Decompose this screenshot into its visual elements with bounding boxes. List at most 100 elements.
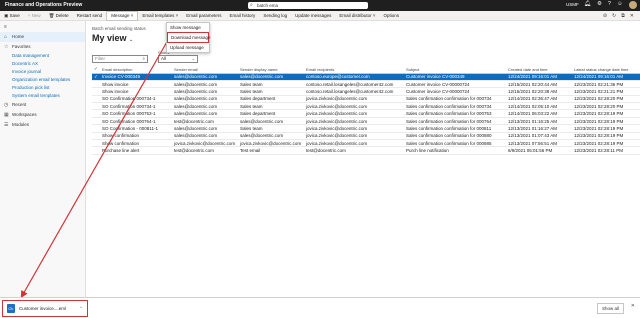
delete-button[interactable]: 🗑︎ Delete — [45, 11, 73, 21]
table-row[interactable]: SO Confirmation 000734-1 sales@docentric.… — [92, 102, 640, 111]
page-title[interactable]: My view ⌄ — [92, 33, 133, 43]
sidebar-item-modules[interactable]: ☰ Modules — [0, 120, 85, 130]
cell-created: 6/9/2021 05:01:56 PM — [506, 146, 572, 155]
table-row[interactable]: SO Confirmation 000734-1 sales@docentric.… — [92, 95, 640, 104]
row-select-checkbox[interactable] — [92, 102, 100, 111]
table-row[interactable]: SO Confirmation 000764-1 test@docentric.c… — [92, 117, 640, 126]
update-messages-button[interactable]: Update messages — [291, 11, 335, 21]
cell-description: SO Confirmation 000764-1 — [100, 117, 172, 126]
cell-sender-email: sales@docentric.com — [172, 80, 238, 89]
filter-input[interactable]: Filter ⌕ — [92, 55, 148, 63]
refresh-icon[interactable]: ↻ — [612, 11, 616, 21]
table-row[interactable]: SO Confirmation - 000811-1 sales@docentri… — [92, 124, 640, 133]
table-row[interactable]: Show confirmation sales@docentric.com sale… — [92, 132, 640, 141]
cell-created: 12/24/2021 09:16:01 AM — [506, 73, 572, 81]
row-select-checkbox[interactable] — [92, 109, 100, 118]
column-header-description[interactable]: Email description — [100, 66, 172, 74]
email-grid: ✓ Email description Sender email Sender … — [92, 66, 640, 155]
chevron-down-icon: ⌄ — [129, 37, 134, 43]
gear-icon[interactable]: ⚙ — [597, 1, 602, 9]
close-icon[interactable]: ✕ — [630, 11, 634, 21]
search-icon: ⌕ — [250, 2, 253, 8]
show-all-downloads-button[interactable]: Show all — [596, 303, 624, 314]
favorite-docentric-ax[interactable]: Docentric AX — [0, 60, 85, 68]
cell-description: Show invoice — [100, 80, 172, 89]
column-header-sender-email[interactable]: Sender email — [172, 66, 238, 74]
favorite-data-management[interactable]: Data management — [0, 52, 85, 60]
cell-recipients: contoso.retail.losangeles@customer42.com — [304, 87, 404, 96]
close-download-bar-button[interactable]: ✕ — [631, 303, 635, 309]
email-distributor-menu-button[interactable]: Email distributor ˅ — [335, 11, 379, 21]
cell-sender-display-name: Sales team — [238, 80, 304, 89]
download-message-option[interactable]: Download message — [167, 32, 211, 43]
status-select[interactable]: All ⌄ — [158, 55, 198, 63]
star-icon: ☆ — [4, 44, 9, 50]
column-header-select[interactable]: ✓ — [92, 66, 100, 74]
column-header-latest-status[interactable]: Latest status change date time — [572, 66, 640, 74]
table-row[interactable]: Show confirmation jovica.zivkovic@docentr… — [92, 139, 640, 148]
table-row[interactable]: Show invoice sales@docentric.com Sales tea… — [92, 80, 640, 89]
sending-log-button[interactable]: Sending log — [259, 11, 291, 21]
cell-subject: Customer invoice CV-00000724 — [404, 80, 506, 89]
attach-icon[interactable]: ⊘ — [603, 11, 607, 21]
table-row[interactable]: Purchase line alert test@docentric.com Tes… — [92, 146, 640, 155]
cell-latest-status: 12/23/2021 02:28:20 PM — [572, 102, 640, 111]
chevron-up-icon[interactable]: ⌃ — [79, 306, 83, 312]
column-header-created[interactable]: Created date and time — [506, 66, 572, 74]
row-select-checkbox[interactable] — [92, 139, 100, 148]
company-picker[interactable]: USMF — [566, 2, 579, 7]
cell-description: Show invoice — [100, 87, 172, 96]
row-select-checkbox[interactable] — [92, 124, 100, 133]
email-history-button[interactable]: Email history — [226, 11, 260, 21]
restart-send-button[interactable]: Restart send — [73, 11, 107, 21]
navigation-pane: ≡ ⌂ Home ☆ Favorites Data management Doc… — [0, 21, 86, 297]
cell-sender-email: sales@docentric.com — [172, 109, 238, 118]
smiley-icon[interactable]: ☺ — [617, 1, 623, 9]
column-header-subject[interactable]: Subject — [404, 66, 506, 74]
chevron-down-icon: ⌄ — [191, 56, 195, 61]
row-select-checkbox[interactable] — [92, 87, 100, 96]
email-templates-menu-button[interactable]: Email templates ˅ — [138, 11, 182, 21]
cell-description: Show confirmation — [100, 139, 172, 148]
favorite-system-email-templates[interactable]: System email templates — [0, 92, 85, 100]
email-parameters-button[interactable]: Email parameters — [182, 11, 225, 21]
hamburger-icon[interactable]: ≡ — [4, 24, 12, 30]
bell-icon[interactable]: 🔔︎ — [584, 1, 591, 9]
table-row[interactable]: SO Confirmation 000753-1 sales@docentric.… — [92, 109, 640, 118]
row-select-checkbox[interactable] — [92, 117, 100, 126]
favorite-production-pick-list[interactable]: Production pick list — [0, 84, 85, 92]
popout-icon[interactable]: ⧉ — [621, 11, 625, 21]
row-select-checkbox[interactable] — [92, 132, 100, 141]
downloaded-file-chip[interactable]: OL Customer invoice....eml ⌃ — [2, 300, 88, 317]
favorite-invoice-journal[interactable]: Invoice journal — [0, 68, 85, 76]
main-content: Batch email sending status My view ⌄ Fil… — [86, 21, 640, 297]
row-select-checkbox[interactable] — [92, 146, 100, 155]
row-select-checkbox[interactable] — [92, 95, 100, 104]
new-button[interactable]: + New — [24, 11, 45, 21]
sidebar-item-recent[interactable]: ◷ Recent — [0, 100, 85, 110]
cell-sender-email: sales@docentric.com — [172, 87, 238, 96]
options-button[interactable]: Options — [380, 11, 404, 21]
cell-created: 12/15/2021 02:20:44 AM — [506, 80, 572, 89]
cell-recipients: jovica.zivkovic@docentric.com — [304, 95, 404, 104]
help-icon[interactable]: ? — [608, 1, 611, 9]
avatar[interactable] — [628, 1, 637, 9]
favorite-org-email-templates[interactable]: Organization email templates — [0, 76, 85, 84]
row-select-checkbox[interactable] — [92, 80, 100, 89]
global-search-input[interactable]: ⌕ batch ema — [248, 2, 368, 9]
column-header-sender-display-name[interactable]: Sender display name — [238, 66, 304, 74]
message-menu-button[interactable]: Message ˅ — [106, 10, 139, 21]
upload-message-option[interactable]: Upload message — [167, 43, 209, 52]
save-button[interactable]: ▣ Save — [0, 11, 24, 21]
cell-sender-email: sales@docentric.com — [172, 102, 238, 111]
table-row[interactable]: ✓ Invoice CV-000349 sales@docentric.com sal… — [92, 73, 640, 81]
sidebar-item-favorites[interactable]: ☆ Favorites — [0, 42, 85, 52]
row-select-checkbox[interactable]: ✓ — [92, 73, 100, 81]
column-header-recipients[interactable]: Email recipients — [304, 66, 404, 74]
table-row[interactable]: Show invoice sales@docentric.com Sales tea… — [92, 87, 640, 96]
sidebar-item-home[interactable]: ⌂ Home — [0, 32, 85, 42]
cell-latest-status: 12/23/2021 02:28:19 PM — [572, 117, 640, 126]
cell-sender-display-name: sales@docentric.com — [238, 117, 304, 126]
sidebar-item-workspaces[interactable]: ▦ Workspaces — [0, 110, 85, 120]
show-message-option[interactable]: Show message — [167, 23, 209, 32]
